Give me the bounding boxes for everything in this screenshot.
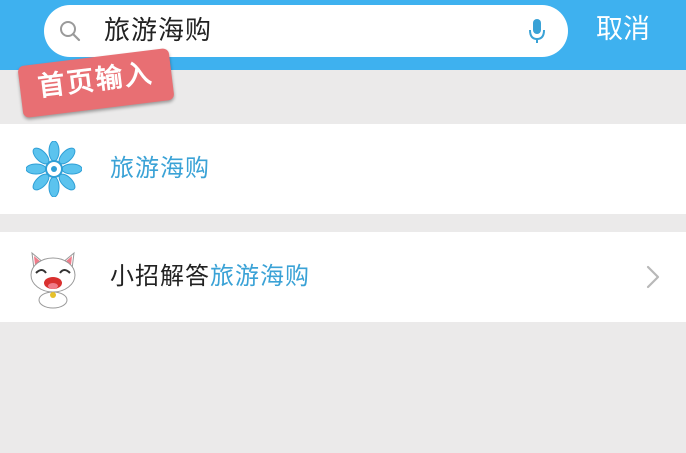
answer-prefix: 小招解答 [110,262,210,290]
chevron-right-icon [646,265,660,289]
microphone-icon[interactable] [528,17,546,45]
search-icon [60,21,81,42]
answer-highlight: 旅游海购 [210,262,310,290]
search-suggestion-row[interactable]: 旅游海购 [0,124,686,214]
blue-flower-icon [26,141,82,197]
assistant-answer-label: 小招解答旅游海购 [110,259,310,293]
search-box[interactable]: 旅游海购 [44,5,568,57]
search-input[interactable]: 旅游海购 [104,15,212,47]
cancel-button[interactable]: 取消 [596,13,650,47]
cat-mascot-icon [30,251,76,309]
stamp-label: 首页输入 [36,58,156,103]
assistant-answer-row[interactable]: 小招解答旅游海购 [0,232,686,322]
suggestion-label: 旅游海购 [110,154,210,182]
